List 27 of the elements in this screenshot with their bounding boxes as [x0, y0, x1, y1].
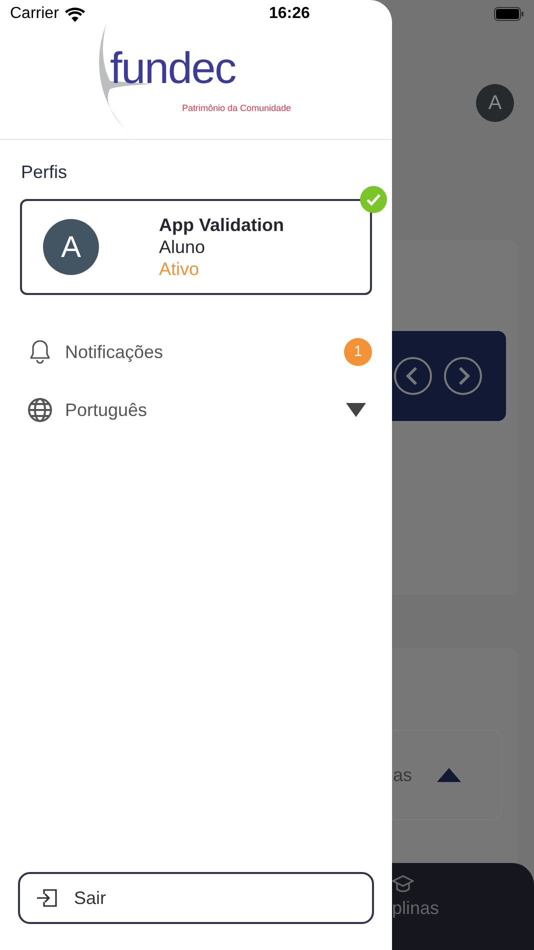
- section-label: as: [393, 764, 412, 786]
- logout-icon: [36, 888, 58, 908]
- chevron-right-icon[interactable]: [444, 357, 482, 395]
- avatar: A: [43, 219, 99, 275]
- dropdown-caret-icon[interactable]: [346, 403, 366, 417]
- notification-count: 1: [344, 338, 372, 366]
- chevron-left-icon[interactable]: [394, 357, 432, 395]
- battery-icon: [494, 7, 524, 21]
- logout-button[interactable]: Sair: [18, 872, 374, 924]
- graduation-cap-icon[interactable]: [392, 875, 414, 895]
- menu-item-label[interactable]: Português: [65, 396, 148, 424]
- clock-time: 16:26: [268, 4, 310, 24]
- logo-tagline: Patrimônio da Comunidade: [182, 104, 292, 112]
- profile-role: Aluno: [159, 236, 206, 258]
- profile-card[interactable]: A App Validation Aluno Ativo: [20, 199, 372, 295]
- profile-status: Ativo: [159, 258, 200, 280]
- wifi-icon: [64, 6, 85, 22]
- menu-item-label[interactable]: Notificações: [65, 338, 164, 366]
- section-title: Perfis: [21, 161, 68, 184]
- logo-wordmark: fundec: [110, 46, 236, 90]
- profile-name: App Validation: [159, 214, 284, 236]
- globe-icon: [27, 397, 53, 423]
- check-icon: [360, 186, 387, 213]
- avatar: A: [476, 84, 514, 122]
- carrier-label: Carrier: [10, 4, 59, 24]
- collapse-caret-icon: [437, 768, 461, 782]
- bell-icon: [28, 339, 52, 365]
